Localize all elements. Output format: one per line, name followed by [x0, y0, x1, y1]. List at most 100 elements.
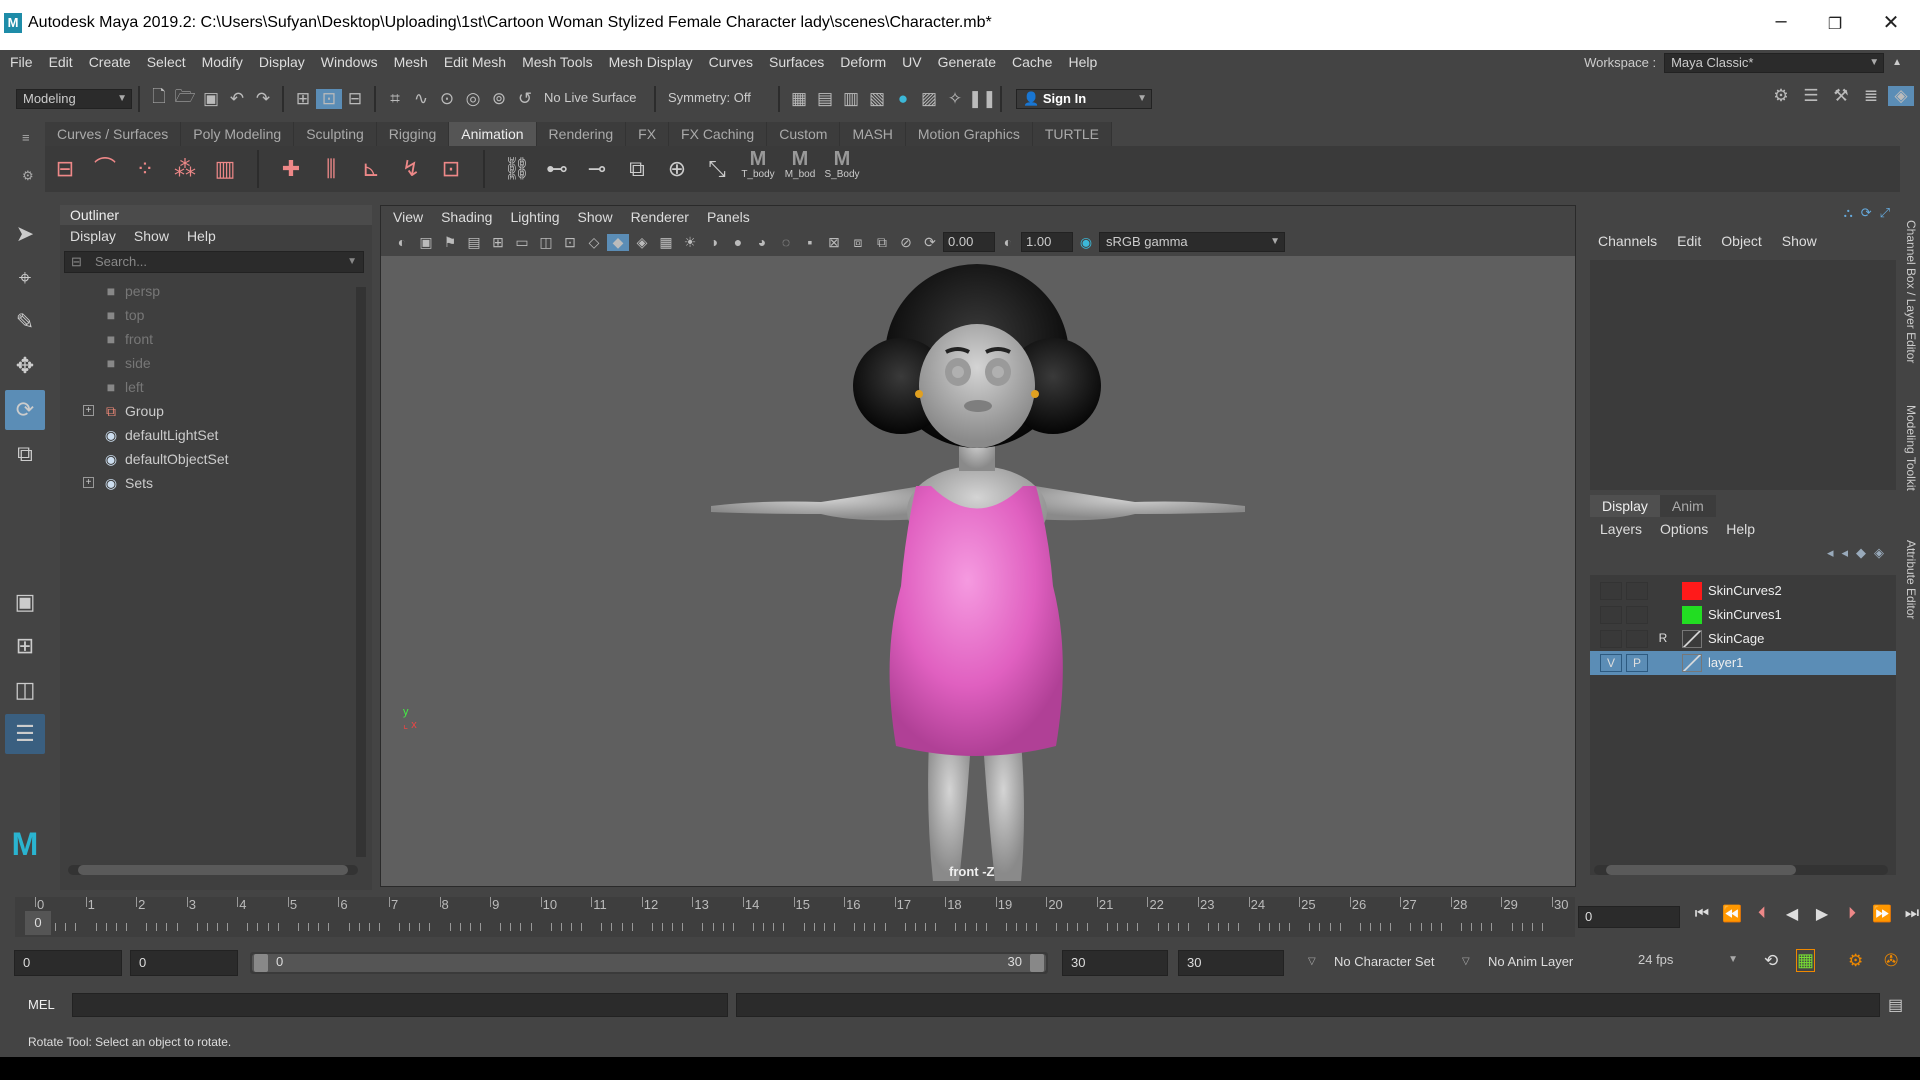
- snap-surface-icon[interactable]: ⊚: [486, 89, 512, 109]
- channel-expand-icon[interactable]: ⤢: [1880, 205, 1890, 221]
- shelf-tab-poly-modeling[interactable]: Poly Modeling: [181, 122, 295, 146]
- move-tool-icon[interactable]: ✥: [5, 346, 45, 386]
- step-forward-frame-icon[interactable]: ⏵: [1838, 905, 1866, 923]
- side-tab-modeling-toolkit[interactable]: Modeling Toolkit: [1900, 405, 1918, 491]
- select-object-icon[interactable]: ⊡: [316, 88, 342, 109]
- layer-playback-toggle[interactable]: [1626, 606, 1648, 624]
- image-plane-icon[interactable]: ▤: [463, 234, 485, 251]
- depth-of-field-icon[interactable]: ▪: [799, 234, 821, 250]
- workspace-dropdown[interactable]: Maya Classic* ▼: [1664, 52, 1885, 73]
- snap-grid-icon[interactable]: ⌗: [382, 89, 408, 109]
- sign-in-button[interactable]: 👤 Sign In ▼: [1016, 88, 1152, 109]
- shelf-menu-icon[interactable]: ≡: [22, 130, 30, 145]
- color-management-icon[interactable]: ◉: [1075, 234, 1097, 251]
- symmetry-dropdown[interactable]: Symmetry: Off: [662, 88, 772, 109]
- layer-row[interactable]: V Player1: [1590, 651, 1896, 675]
- outliner-layout-icon[interactable]: ☰: [5, 714, 45, 754]
- wireframe-icon[interactable]: ◇: [583, 234, 605, 251]
- outliner-item[interactable]: ■ top: [60, 303, 372, 327]
- expand-icon[interactable]: +: [83, 477, 94, 488]
- current-frame-field[interactable]: 0: [1578, 906, 1680, 928]
- xray-joints-icon[interactable]: ⧉: [871, 234, 893, 251]
- snap-view-icon[interactable]: ◎: [460, 89, 486, 109]
- point-constraint-icon[interactable]: ⫼: [311, 149, 351, 189]
- hypershade-icon[interactable]: ●: [890, 89, 916, 109]
- restore-button[interactable]: ❐: [1820, 14, 1850, 34]
- side-tab-channel-box[interactable]: Channel Box / Layer Editor: [1900, 220, 1918, 363]
- layer-tab-anim[interactable]: Anim: [1659, 495, 1716, 517]
- animation-prefs-icon[interactable]: ⚙: [1848, 951, 1863, 971]
- xray-active-icon[interactable]: ⊘: [895, 234, 917, 251]
- character-set-arrow-icon[interactable]: ▽: [1308, 956, 1316, 967]
- skin-bind-icon[interactable]: ⁂: [165, 149, 205, 189]
- outliner-scrollbar[interactable]: [356, 287, 366, 857]
- move-layer-up-icon[interactable]: ◂: [1827, 545, 1834, 561]
- shelf-tab-fx-caching[interactable]: FX Caching: [669, 122, 768, 146]
- layer-display-type-toggle[interactable]: [1652, 654, 1674, 672]
- shelf-tab-animation[interactable]: Animation: [449, 122, 537, 146]
- layer-color-swatch[interactable]: [1682, 654, 1702, 672]
- layer-display-type-toggle[interactable]: [1652, 582, 1674, 600]
- start-time-field[interactable]: 0: [14, 950, 122, 976]
- viewport-menu-show[interactable]: Show: [578, 206, 613, 228]
- outliner-search-input[interactable]: ⊟ Search... ▼: [64, 251, 364, 273]
- layer-visibility-toggle[interactable]: V: [1600, 654, 1622, 672]
- camera-attrs-icon[interactable]: ▣: [415, 234, 437, 251]
- mirror-joint-icon[interactable]: ⧉: [617, 149, 657, 189]
- new-layer-selected-icon[interactable]: ◈: [1874, 545, 1884, 561]
- parent-constraint-icon[interactable]: ✚: [271, 149, 311, 189]
- menu-curves[interactable]: Curves: [701, 50, 761, 75]
- four-view-icon[interactable]: ⊞: [5, 626, 45, 666]
- fps-dropdown[interactable]: 24 fps ▼: [1632, 951, 1742, 971]
- viewport-canvas[interactable]: y ⌞ x front -Z: [381, 256, 1575, 886]
- outliner-menu-help[interactable]: Help: [187, 225, 216, 247]
- render-settings-icon[interactable]: ▧: [864, 89, 890, 109]
- anti-alias-icon[interactable]: ◌: [775, 234, 797, 250]
- shelf-tab-fx[interactable]: FX: [626, 122, 670, 146]
- outliner-item[interactable]: + ◉ Sets: [60, 471, 372, 495]
- orient-constraint-icon[interactable]: ⊾: [351, 149, 391, 189]
- step-forward-key-icon[interactable]: ⏩: [1868, 904, 1896, 924]
- layer-playback-toggle[interactable]: P: [1626, 654, 1648, 672]
- playback-end-field[interactable]: 30: [1062, 950, 1168, 976]
- channel-menu-show[interactable]: Show: [1782, 227, 1817, 255]
- lasso-tool-icon[interactable]: ⌖: [5, 258, 45, 298]
- gamma-field[interactable]: 1.00: [1021, 232, 1073, 252]
- live-surface-field[interactable]: No Live Surface: [538, 88, 648, 109]
- shelf-script-m-bod[interactable]: M M_bod: [779, 149, 821, 189]
- shelf-tab-curves-surfaces[interactable]: Curves / Surfaces: [45, 122, 182, 146]
- remove-joint-icon[interactable]: ⤡: [697, 149, 737, 189]
- anim-layer-arrow-icon[interactable]: ▽: [1462, 956, 1470, 967]
- scroll-icon[interactable]: ▲: [1892, 57, 1902, 68]
- wireframe-shaded-icon[interactable]: ◈: [631, 234, 653, 251]
- menu-windows[interactable]: Windows: [313, 50, 386, 75]
- outliner-menu-show[interactable]: Show: [134, 225, 169, 247]
- outliner-item[interactable]: + ⧉ Group: [60, 399, 372, 423]
- shelf-tab-mash[interactable]: MASH: [840, 122, 906, 146]
- play-backward-icon[interactable]: ◀: [1778, 904, 1806, 924]
- outliner-item[interactable]: ■ left: [60, 375, 372, 399]
- insert-joint-icon[interactable]: ⊸: [577, 149, 617, 189]
- motion-blur-icon[interactable]: ◕: [751, 234, 773, 250]
- colorspace-dropdown[interactable]: sRGB gamma ▼: [1099, 232, 1285, 252]
- menu-edit-mesh[interactable]: Edit Mesh: [436, 50, 514, 75]
- end-time-field[interactable]: 30: [1178, 950, 1284, 976]
- range-start-handle[interactable]: [254, 954, 268, 972]
- outliner-item[interactable]: ◉ defaultLightSet: [60, 423, 372, 447]
- channel-list[interactable]: [1590, 260, 1896, 490]
- channel-refresh-icon[interactable]: ⟳: [1861, 205, 1872, 221]
- snap-pivot-icon[interactable]: ↺: [512, 89, 538, 109]
- safe-area-icon[interactable]: ⊡: [559, 234, 581, 251]
- shelf-tab-rigging[interactable]: Rigging: [376, 122, 450, 146]
- shadows-icon[interactable]: ◑: [703, 234, 725, 250]
- command-input[interactable]: [72, 993, 728, 1017]
- new-scene-icon[interactable]: 🗋: [146, 84, 172, 113]
- layer-menu-options[interactable]: Options: [1660, 521, 1708, 537]
- viewport-menu-lighting[interactable]: Lighting: [510, 206, 559, 228]
- shelf-tab-motion-graphics[interactable]: Motion Graphics: [905, 122, 1033, 146]
- single-perspective-icon[interactable]: ▣: [5, 582, 45, 622]
- side-tab-attribute-editor[interactable]: Attribute Editor: [1900, 540, 1918, 619]
- step-back-frame-icon[interactable]: ⏴: [1748, 905, 1776, 923]
- viewport-menu-shading[interactable]: Shading: [441, 206, 492, 228]
- playback-prefs-icon[interactable]: ✇: [1884, 951, 1898, 971]
